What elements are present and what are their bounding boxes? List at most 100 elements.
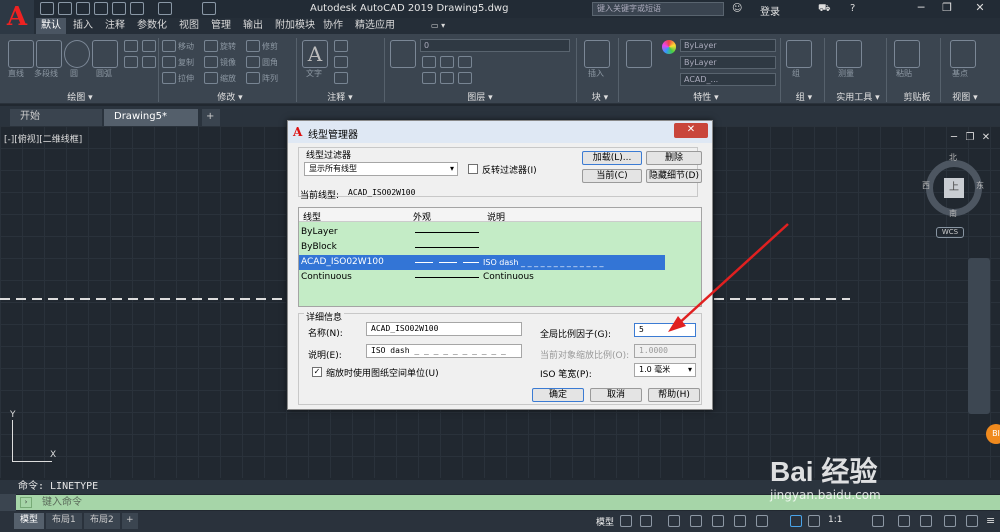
add-layout-plus-icon[interactable]: + xyxy=(122,513,138,529)
insert-block-icon[interactable] xyxy=(584,40,610,68)
polyline-tool-icon[interactable] xyxy=(36,40,62,68)
rotate-icon[interactable] xyxy=(204,40,218,52)
linetype-dropdown[interactable]: ACAD_... xyxy=(680,73,776,86)
list-item[interactable]: Continuous Continuous xyxy=(299,270,669,285)
ok-button[interactable]: 确定 xyxy=(532,388,584,402)
annotation-visibility-icon[interactable] xyxy=(790,515,802,527)
list-item[interactable]: ByLayer xyxy=(299,225,669,240)
stretch-icon[interactable] xyxy=(162,72,176,84)
tab-default[interactable]: 默认 xyxy=(36,18,66,34)
viewcube-top-face[interactable]: 上 xyxy=(944,178,964,198)
panel-title-view[interactable]: 视图 ▾ xyxy=(940,92,990,104)
wcs-menu[interactable]: WCS xyxy=(936,227,964,238)
hatch-tool-icon[interactable] xyxy=(124,56,138,68)
column-header-description[interactable]: 说明 xyxy=(487,210,505,223)
doc-tab-drawing5[interactable]: Drawing5* xyxy=(104,109,198,126)
annotation-autoscale-icon[interactable] xyxy=(808,515,820,527)
description-field[interactable]: ISO dash _ _ _ _ _ _ _ _ _ _ xyxy=(366,344,522,358)
viewport-controls-label[interactable]: [-][俯视][二维线框] xyxy=(4,132,82,145)
grid-icon[interactable] xyxy=(620,515,632,527)
boundary-tool-icon[interactable] xyxy=(142,56,156,68)
compass-west[interactable]: 西 xyxy=(922,180,930,191)
fillet-icon[interactable] xyxy=(246,56,260,68)
ortho-icon[interactable] xyxy=(668,515,680,527)
measure-icon[interactable] xyxy=(836,40,862,68)
restore-button[interactable]: ❐ xyxy=(936,1,958,16)
isolate-objects-icon[interactable] xyxy=(920,515,932,527)
lineweight-dropdown[interactable]: ByLayer xyxy=(680,56,776,69)
panel-title-layers[interactable]: 图层 ▾ xyxy=(450,92,510,104)
ribbon-toggle-button[interactable]: ▭ ▾ xyxy=(426,18,450,34)
help-button[interactable]: 帮助(H) xyxy=(648,388,700,402)
linetype-filter-dropdown[interactable]: 显示所有线型 ▾ xyxy=(304,162,458,176)
tab-output[interactable]: 输出 xyxy=(238,18,268,34)
text-tool-icon[interactable]: A xyxy=(302,40,328,68)
isodraft-icon[interactable] xyxy=(712,515,724,527)
close-button[interactable]: ✕ xyxy=(962,1,998,16)
viewport-restore-icon[interactable]: ❐ xyxy=(964,132,976,144)
dialog-close-button[interactable]: ✕ xyxy=(674,123,708,138)
move-icon[interactable] xyxy=(162,40,176,52)
color-dropdown[interactable]: ByLayer xyxy=(680,39,776,52)
hide-details-button[interactable]: 隐藏细节(D) xyxy=(646,169,702,183)
table-icon[interactable] xyxy=(334,72,348,84)
web-icon[interactable] xyxy=(112,2,126,15)
snap-icon[interactable] xyxy=(640,515,652,527)
set-current-button[interactable]: 当前(C) xyxy=(582,169,642,183)
leader-icon[interactable] xyxy=(334,56,348,68)
circle-tool-icon[interactable] xyxy=(64,40,90,68)
print-icon[interactable] xyxy=(130,2,144,15)
panel-title-properties[interactable]: 特性 ▾ xyxy=(676,92,736,104)
paste-icon[interactable] xyxy=(894,40,920,68)
compass-south[interactable]: 南 xyxy=(949,208,957,219)
layer-tool-icon[interactable] xyxy=(458,56,472,68)
new-file-icon[interactable] xyxy=(40,2,54,15)
undo-icon[interactable] xyxy=(158,2,172,15)
viewport-close-icon[interactable]: ✕ xyxy=(980,132,992,144)
base-view-icon[interactable] xyxy=(950,40,976,68)
trim-icon[interactable] xyxy=(246,40,260,52)
panel-title-block[interactable]: 块 ▾ xyxy=(580,92,620,104)
new-tab-plus-icon[interactable]: + xyxy=(202,109,220,126)
list-item-selected[interactable]: ACAD_ISO02W100 ISO dash _ _ _ _ _ _ _ _ … xyxy=(299,255,665,270)
tab-featured-apps[interactable]: 精选应用 xyxy=(350,18,400,34)
tab-collaborate[interactable]: 协作 xyxy=(318,18,348,34)
group-icon[interactable] xyxy=(786,40,812,68)
column-header-appearance[interactable]: 外观 xyxy=(413,210,431,223)
autocad-logo-button[interactable]: A xyxy=(0,0,34,36)
cart-icon[interactable]: ⛟ xyxy=(818,3,831,16)
load-button[interactable]: 加载(L)... xyxy=(582,151,642,165)
clean-screen-icon[interactable] xyxy=(966,515,978,527)
command-prompt-icon[interactable]: › xyxy=(20,497,32,508)
open-file-icon[interactable] xyxy=(58,2,72,15)
layer-tool-icon[interactable] xyxy=(440,56,454,68)
iso-pen-width-dropdown[interactable]: 1.0 毫米 ▾ xyxy=(634,363,696,377)
viewport-minimize-icon[interactable]: ─ xyxy=(948,132,960,144)
tab-insert[interactable]: 插入 xyxy=(68,18,98,34)
layout-tab-layout2[interactable]: 布局2 xyxy=(84,513,120,529)
name-field[interactable]: ACAD_ISO02W100 xyxy=(366,322,522,336)
arc-tool-icon[interactable] xyxy=(92,40,118,68)
login-button[interactable]: 登录 xyxy=(760,3,780,18)
panel-title-draw[interactable]: 绘图 ▾ xyxy=(40,92,120,104)
tab-parametric[interactable]: 参数化 xyxy=(132,18,172,34)
scale-icon[interactable] xyxy=(204,72,218,84)
layout-tab-layout1[interactable]: 布局1 xyxy=(46,513,82,529)
panel-title-utilities[interactable]: 实用工具 ▾ xyxy=(828,92,888,104)
line-tool-icon[interactable] xyxy=(8,40,34,68)
model-space-toggle[interactable]: 模型 xyxy=(596,515,614,528)
panel-title-modify[interactable]: 修改 ▾ xyxy=(190,92,270,104)
notification-badge-icon[interactable]: BI xyxy=(986,424,1000,444)
user-icon[interactable]: ☺ xyxy=(732,3,742,14)
mirror-icon[interactable] xyxy=(204,56,218,68)
minimize-button[interactable]: ─ xyxy=(910,1,932,16)
tab-manage[interactable]: 管理 xyxy=(206,18,236,34)
column-header-linetype[interactable]: 线型 xyxy=(303,210,321,223)
linetype-list[interactable]: 线型 外观 说明 ByLayer ByBlock ACAD_ISO02W100 … xyxy=(298,207,702,307)
help-icon[interactable]: ? xyxy=(850,3,855,14)
delete-button[interactable]: 删除 xyxy=(646,151,702,165)
layout-tab-model[interactable]: 模型 xyxy=(14,513,45,529)
color-wheel-icon[interactable] xyxy=(662,40,676,54)
navigation-bar[interactable] xyxy=(968,258,990,414)
polar-icon[interactable] xyxy=(690,515,702,527)
